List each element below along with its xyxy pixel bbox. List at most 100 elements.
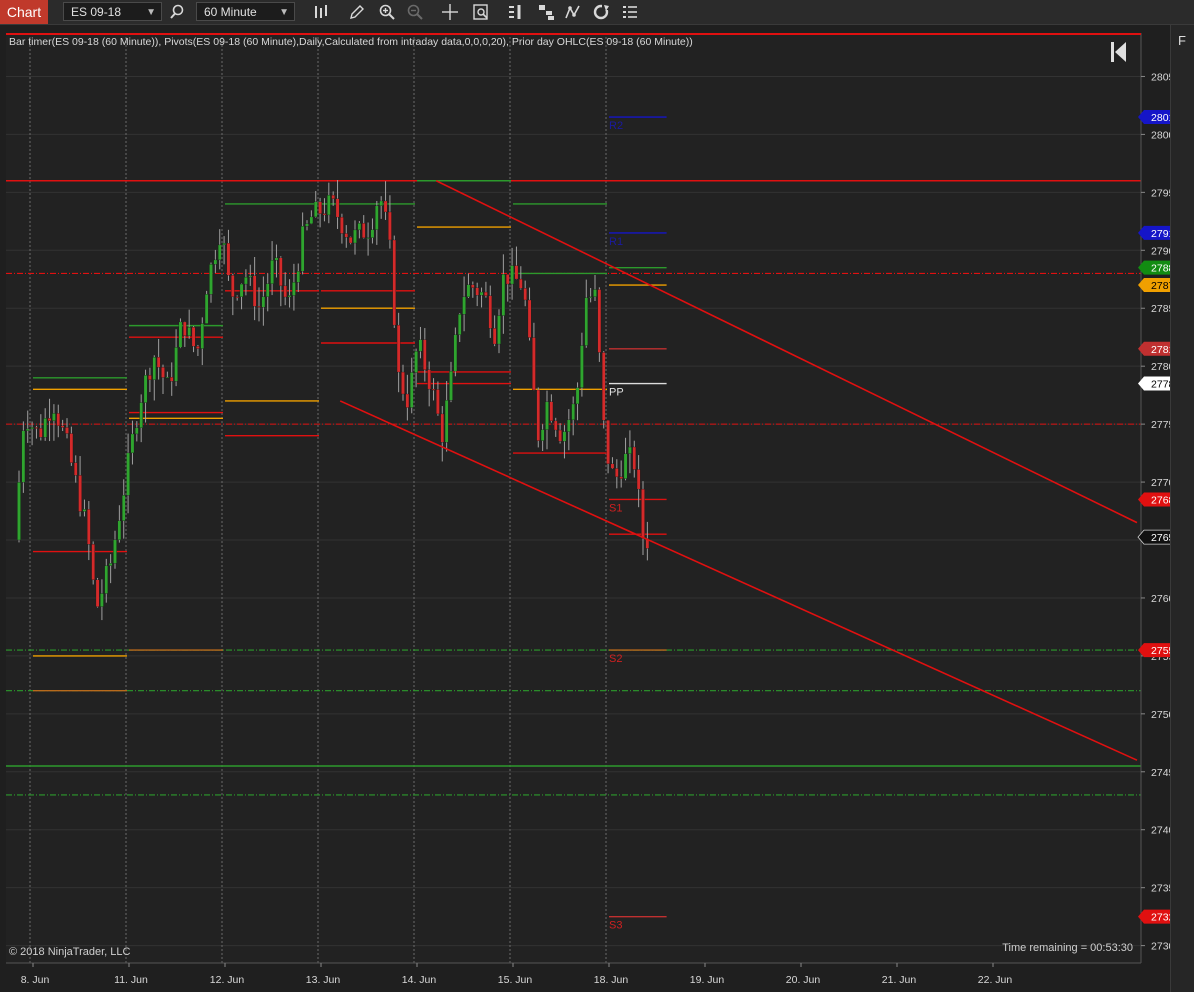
candle-down xyxy=(318,201,322,214)
candle-up xyxy=(187,327,191,336)
price-tick-label: 2760,00 xyxy=(1151,593,1170,605)
list-icon[interactable] xyxy=(621,3,639,21)
strategies-icon[interactable] xyxy=(506,3,524,21)
candle-up xyxy=(43,418,47,438)
price-markers: 2801,50 2791,50 2788,50 2787,00 2781,50 2778,… xyxy=(1137,110,1170,924)
candle-down xyxy=(514,265,519,280)
search-icon[interactable] xyxy=(168,3,186,21)
plot-area xyxy=(6,33,1141,963)
candle-up xyxy=(375,205,379,230)
candle-down xyxy=(156,356,161,368)
chart-tab-title[interactable]: Chart xyxy=(0,0,48,24)
candle-up xyxy=(17,482,21,541)
candle-up xyxy=(265,283,270,297)
price-tick-label: 2770,00 xyxy=(1151,477,1170,489)
candle-down xyxy=(436,389,440,415)
candle-up xyxy=(444,400,449,443)
candle-up xyxy=(244,276,248,285)
candle-up xyxy=(139,402,143,428)
candle-up xyxy=(213,259,218,265)
chevron-down-icon: ▼ xyxy=(146,7,156,18)
candle-down xyxy=(87,509,91,545)
price-marker-label: 2781,50 xyxy=(1151,344,1170,356)
candle-up xyxy=(126,452,130,496)
bar-type-icon[interactable] xyxy=(312,3,330,21)
interval-selector[interactable]: 60 Minute ▼ xyxy=(196,2,295,21)
time-axis[interactable]: 8. Jun 11. Jun 12. Jun 13. Jun 14. Jun 15. Ju… xyxy=(6,962,1141,986)
candle-down xyxy=(47,418,52,421)
candle-down xyxy=(231,275,235,297)
price-tick-label: 2800,00 xyxy=(1151,129,1170,141)
interval-value: 60 Minute xyxy=(204,5,257,19)
candle-down xyxy=(484,291,488,296)
price-tick-label: 2745,00 xyxy=(1151,767,1170,779)
f-button[interactable]: F xyxy=(1172,30,1192,52)
candle-up xyxy=(261,296,266,308)
candle-down xyxy=(361,223,366,239)
candle-up xyxy=(300,226,305,272)
properties-icon[interactable] xyxy=(472,3,490,21)
candle-up xyxy=(510,265,514,285)
candle-down xyxy=(39,428,43,438)
candle-up xyxy=(287,295,292,298)
candle-up xyxy=(82,509,87,512)
candle-up xyxy=(143,375,148,403)
candle-down xyxy=(257,306,261,308)
candle-up xyxy=(457,314,462,335)
price-tick-label: 2740,00 xyxy=(1151,825,1170,837)
drawing-icon[interactable] xyxy=(564,3,582,21)
candle-up xyxy=(453,334,458,372)
pivot-label: S3 xyxy=(609,920,622,932)
candle-up xyxy=(353,229,357,244)
candle-up xyxy=(327,194,331,216)
candle-up xyxy=(174,347,178,382)
price-marker-label: 2732,50 xyxy=(1151,912,1170,924)
pivot-label: S1 xyxy=(609,502,622,514)
refresh-icon[interactable] xyxy=(592,3,610,21)
candle-down xyxy=(536,389,541,441)
candle-down xyxy=(344,233,349,238)
indicator-label: Bar timer(ES 09-18 (60 Minute)), Pivots(… xyxy=(9,36,693,48)
instrument-selector[interactable]: ES 09-18 ▼ xyxy=(63,2,162,21)
zoom-out-icon[interactable] xyxy=(406,3,424,21)
candle-up xyxy=(130,433,135,454)
candle-down xyxy=(169,376,174,382)
candle-up xyxy=(379,200,383,206)
candle-down xyxy=(383,200,388,213)
candle-down xyxy=(597,289,602,353)
candle-down xyxy=(196,346,200,349)
candle-up xyxy=(270,260,274,284)
crosshair-icon[interactable] xyxy=(441,3,459,21)
candle-up xyxy=(113,539,117,564)
price-chart[interactable]: R2 R1 PP S1 S2 S3 2805,00 2800,00 2795,00 2790,0… xyxy=(0,25,1170,992)
candle-down xyxy=(388,211,392,241)
candle-down xyxy=(492,328,497,345)
candle-down xyxy=(91,544,95,580)
candle-up xyxy=(222,242,226,246)
candle-down xyxy=(396,324,401,373)
candle-down xyxy=(95,579,100,607)
pencil-icon[interactable] xyxy=(348,3,366,21)
candle-up xyxy=(25,428,30,431)
candle-down xyxy=(549,401,554,422)
candle-up xyxy=(21,430,26,483)
candle-up xyxy=(104,565,109,594)
candle-up xyxy=(370,229,375,238)
candle-up xyxy=(540,429,545,441)
candle-down xyxy=(392,239,397,326)
zoom-in-icon[interactable] xyxy=(378,3,396,21)
candle-up xyxy=(567,419,571,432)
candle-up xyxy=(357,223,362,231)
time-remaining-text: Time remaining = 00:53:30 xyxy=(1002,942,1133,954)
price-tick-label: 2795,00 xyxy=(1151,187,1170,199)
candle-down xyxy=(283,285,287,298)
pivot-label: R2 xyxy=(609,120,623,132)
candle-down xyxy=(523,288,527,301)
candle-up xyxy=(462,296,466,315)
hierarchy-icon[interactable] xyxy=(537,3,555,21)
candle-down xyxy=(641,488,645,539)
price-marker-label: 2791,50 xyxy=(1151,228,1170,240)
candle-down xyxy=(60,425,65,428)
candle-up xyxy=(366,237,370,239)
time-tick-label: 19. Jun xyxy=(690,974,725,986)
